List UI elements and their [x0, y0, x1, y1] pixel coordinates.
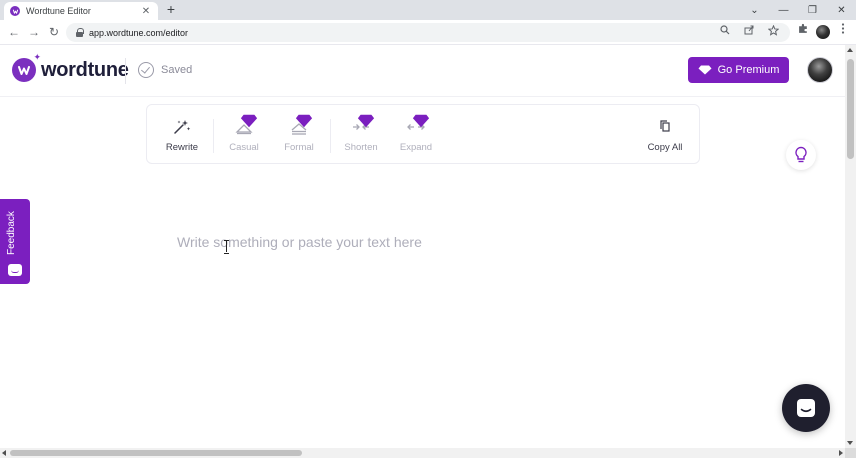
rewrite-button[interactable]: Rewrite: [154, 117, 210, 153]
app-header: ✦ wordtune Saved Go Premium: [0, 45, 845, 97]
text-cursor-icon: [224, 240, 230, 254]
profile-icon[interactable]: [816, 25, 830, 39]
bookmark-star-icon[interactable]: [766, 24, 780, 39]
header-divider: [125, 58, 126, 84]
shorten-icon: [351, 114, 375, 137]
scroll-down-icon[interactable]: [847, 441, 853, 445]
logo-mark-icon: ✦: [12, 52, 41, 82]
copy-all-label: Copy All: [647, 142, 683, 153]
go-premium-label: Go Premium: [717, 64, 780, 76]
go-premium-button[interactable]: Go Premium: [688, 57, 789, 83]
minimize-button[interactable]: —: [769, 0, 798, 20]
copy-all-button[interactable]: Copy All: [637, 117, 693, 153]
extensions-area: [796, 23, 850, 41]
tips-button[interactable]: [786, 140, 816, 170]
scroll-right-icon[interactable]: [839, 450, 843, 456]
editor-textarea[interactable]: Write something or paste your text here: [177, 234, 422, 250]
browser-window: Wordtune Editor ✕ + ⌄ — ❐ ✕ ← → ↻ app.wo…: [0, 0, 856, 458]
casual-button[interactable]: Casual: [216, 114, 272, 153]
horizontal-scroll-thumb[interactable]: [10, 450, 302, 456]
copy-icon: [655, 117, 675, 137]
premium-gem-icon: [357, 114, 375, 128]
vertical-scroll-thumb[interactable]: [847, 59, 854, 159]
reload-button[interactable]: ↻: [46, 24, 62, 40]
close-window-button[interactable]: ✕: [827, 0, 856, 20]
wordtune-logo[interactable]: ✦ wordtune: [12, 52, 129, 82]
url-text: app.wordtune.com/editor: [89, 27, 189, 38]
forward-button[interactable]: →: [26, 24, 42, 40]
premium-gem-icon: [240, 114, 258, 128]
zoom-icon[interactable]: [718, 25, 732, 39]
address-bar[interactable]: app.wordtune.com/editor: [66, 23, 790, 42]
editor-toolbar: Rewrite Casual Formal Shorten Expand Cop…: [146, 104, 700, 164]
browser-tab[interactable]: Wordtune Editor ✕: [4, 2, 158, 20]
logo-text: wordtune: [41, 58, 129, 81]
formal-button[interactable]: Formal: [271, 114, 327, 153]
feedback-label: Feedback: [6, 211, 17, 255]
user-avatar[interactable]: [807, 57, 833, 83]
window-controls: ⌄ — ❐ ✕: [740, 0, 856, 20]
shorten-label: Shorten: [344, 142, 378, 153]
tab-strip: Wordtune Editor ✕ + ⌄ — ❐ ✕: [0, 0, 856, 20]
expand-icon: [406, 114, 430, 137]
omnibox-actions: [718, 24, 780, 39]
toolbar-separator: [330, 119, 331, 153]
spark-icon: ✦: [33, 52, 41, 62]
tab-search-icon[interactable]: ⌄: [740, 0, 769, 20]
maximize-button[interactable]: ❐: [798, 0, 827, 20]
scroll-left-icon[interactable]: [2, 450, 6, 456]
formal-label: Formal: [284, 142, 314, 153]
saved-status: Saved: [138, 62, 192, 78]
puzzle-icon[interactable]: [796, 23, 810, 41]
check-circle-icon: [138, 62, 154, 78]
horizontal-scrollbar[interactable]: [0, 448, 845, 458]
formal-icon: [289, 114, 313, 137]
sparkles-icon: [172, 117, 192, 137]
smiley-icon: [8, 264, 22, 276]
back-button[interactable]: ←: [6, 24, 22, 40]
casual-icon: [234, 114, 258, 137]
chat-launcher-button[interactable]: [782, 384, 830, 432]
wordtune-favicon-icon: [10, 6, 20, 16]
expand-label: Expand: [399, 142, 433, 153]
tab-close-icon[interactable]: ✕: [140, 6, 152, 17]
tab-title: Wordtune Editor: [26, 6, 91, 16]
vertical-scrollbar[interactable]: [845, 45, 856, 448]
chat-icon: [797, 399, 815, 417]
share-icon[interactable]: [742, 25, 756, 39]
diamond-icon: [698, 65, 712, 75]
menu-kebab-icon[interactable]: [836, 23, 850, 41]
saved-label: Saved: [161, 64, 193, 76]
shorten-button[interactable]: Shorten: [333, 114, 389, 153]
lock-icon: [76, 28, 84, 37]
premium-gem-icon: [295, 114, 313, 128]
new-tab-button[interactable]: +: [164, 2, 178, 17]
scroll-corner: [845, 448, 856, 458]
expand-button[interactable]: Expand: [388, 114, 444, 153]
scroll-up-icon[interactable]: [847, 48, 853, 52]
casual-label: Casual: [229, 142, 259, 153]
rewrite-label: Rewrite: [165, 142, 199, 153]
browser-toolbar: ← → ↻ app.wordtune.com/editor: [0, 20, 856, 45]
feedback-tab[interactable]: Feedback: [0, 199, 30, 284]
premium-gem-icon: [412, 114, 430, 128]
lightbulb-icon: [795, 146, 807, 163]
toolbar-separator: [213, 119, 214, 153]
